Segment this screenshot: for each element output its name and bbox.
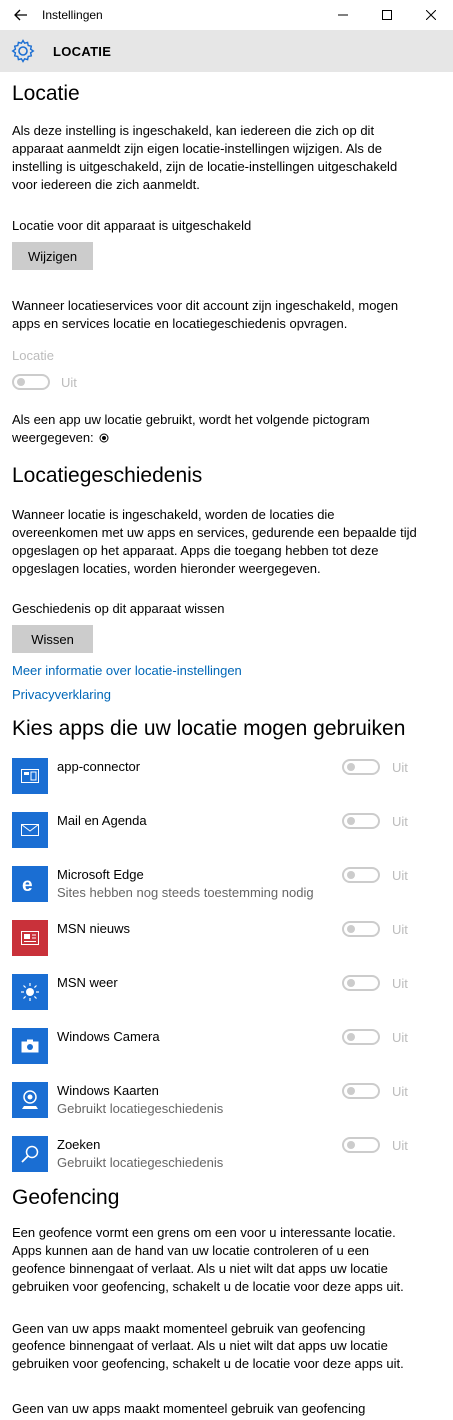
app-row: Windows Kaarten Gebruikt locatiegeschiede… [12, 1082, 432, 1120]
location-toggle-state: Uit [61, 374, 77, 390]
app-toggle-state: Uit [392, 976, 408, 991]
app-row: Windows Camera Uit [12, 1028, 432, 1066]
app-toggle-state: Uit [392, 922, 408, 937]
app-toggle-state: Uit [392, 760, 408, 775]
minimize-button[interactable] [321, 0, 365, 30]
geofencing-description: Een geofence vormt een grens om een voor… [12, 1225, 404, 1294]
app-subtitle: Gebruikt locatiegeschiedenis [57, 1101, 224, 1116]
app-subtitle: Gebruikt locatiegeschiedenis [57, 1155, 224, 1170]
location-icon-text: Als een app uw locatie gebruikt, wordt h… [12, 412, 370, 445]
location-indicator-icon [99, 433, 109, 443]
maximize-icon [382, 10, 392, 20]
mail-icon [21, 824, 39, 836]
connector-icon [21, 769, 39, 783]
app-name: Zoeken [57, 1137, 101, 1152]
app-name: Windows Camera [57, 1029, 160, 1044]
app-row: MSN nieuws Uit [12, 920, 432, 958]
app-icon [12, 974, 48, 1010]
app-location-toggle[interactable] [342, 1029, 380, 1045]
app-name: Mail en Agenda [57, 813, 147, 828]
app-icon [12, 1136, 48, 1172]
back-arrow-icon [14, 9, 27, 21]
history-heading: Locatiegeschiedenis [12, 464, 203, 487]
app-toggle-state: Uit [392, 1084, 408, 1099]
apps-heading: Kies apps die uw locatie mogen gebruiken [12, 717, 406, 740]
title-bar: Instellingen [0, 0, 453, 30]
app-location-toggle[interactable] [342, 813, 380, 829]
app-location-toggle[interactable] [342, 759, 380, 775]
close-icon [426, 10, 436, 20]
app-toggle-state: Uit [392, 814, 408, 829]
location-toggle-row: Uit [12, 374, 77, 390]
news-icon [21, 931, 39, 945]
app-name: Microsoft Edge [57, 867, 144, 882]
app-location-toggle[interactable] [342, 921, 380, 937]
app-location-toggle[interactable] [342, 1137, 380, 1153]
svg-text:e: e [22, 875, 33, 893]
app-name: Windows Kaarten [57, 1083, 159, 1098]
page-title: LOCATIE [53, 43, 112, 59]
app-toggle-state: Uit [392, 1030, 408, 1045]
app-subtitle: Sites hebben nog steeds toestemming nodi… [57, 885, 314, 900]
page-header: LOCATIE [0, 30, 453, 72]
privacy-link[interactable]: Privacyverklaring [12, 686, 111, 704]
app-row: e Microsoft Edge Sites hebben nog steeds t… [12, 866, 432, 904]
app-toggle-state: Uit [392, 1138, 408, 1153]
app-toggle-state: Uit [392, 868, 408, 883]
device-location-status: Locatie voor dit apparaat is uitgeschake… [12, 218, 252, 233]
app-row: Zoeken Gebruikt locatiegeschiedenis Uit [12, 1136, 432, 1174]
back-button[interactable] [0, 0, 42, 30]
app-icon [12, 920, 48, 956]
maps-icon [21, 1090, 39, 1110]
camera-icon [21, 1039, 39, 1053]
geofencing-heading: Geofencing [12, 1186, 120, 1209]
app-icon [12, 758, 48, 794]
app-name: MSN weer [57, 975, 118, 990]
geofencing-ghost-text: geofence binnengaat of verlaat. Als u ni… [12, 1338, 404, 1371]
location-description: Als deze instelling is ingeschakeld, kan… [12, 123, 398, 192]
edge-icon: e [21, 875, 39, 893]
location-toggle[interactable] [12, 374, 50, 390]
window-title: Instellingen [42, 8, 103, 22]
minimize-icon [338, 14, 348, 16]
app-name: app-connector [57, 759, 141, 774]
app-row: Mail en Agenda Uit [12, 812, 432, 850]
history-description: Wanneer locatie is ingeschakeld, worden … [12, 507, 417, 576]
clear-history-label: Geschiedenis op dit apparaat wissen [12, 601, 225, 616]
weather-icon [21, 983, 39, 1001]
app-row: app-connector Uit [12, 758, 432, 796]
app-location-toggle[interactable] [342, 975, 380, 991]
app-icon: e [12, 866, 48, 902]
app-row: MSN weer Uit [12, 974, 432, 1012]
change-button[interactable]: Wijzigen [12, 242, 93, 270]
geofencing-status: Geen van uw apps maakt momenteel gebruik… [12, 1321, 366, 1336]
app-location-toggle[interactable] [342, 1083, 380, 1099]
app-location-toggle[interactable] [342, 867, 380, 883]
gear-icon [11, 39, 35, 63]
app-icon [12, 1082, 48, 1118]
close-button[interactable] [409, 0, 453, 30]
app-icon [12, 812, 48, 848]
app-name: MSN nieuws [57, 921, 130, 936]
maximize-button[interactable] [365, 0, 409, 30]
location-heading: Locatie [12, 82, 80, 105]
geofencing-ghost-status: Geen van uw apps maakt momenteel gebruik… [12, 1401, 366, 1416]
location-services-text: Wanneer locatieservices voor dit account… [12, 298, 399, 331]
search-icon [21, 1145, 39, 1163]
app-icon [12, 1028, 48, 1064]
clear-button[interactable]: Wissen [12, 625, 93, 653]
location-toggle-label: Locatie [12, 348, 54, 363]
more-info-link[interactable]: Meer informatie over locatie-instellinge… [12, 662, 242, 680]
